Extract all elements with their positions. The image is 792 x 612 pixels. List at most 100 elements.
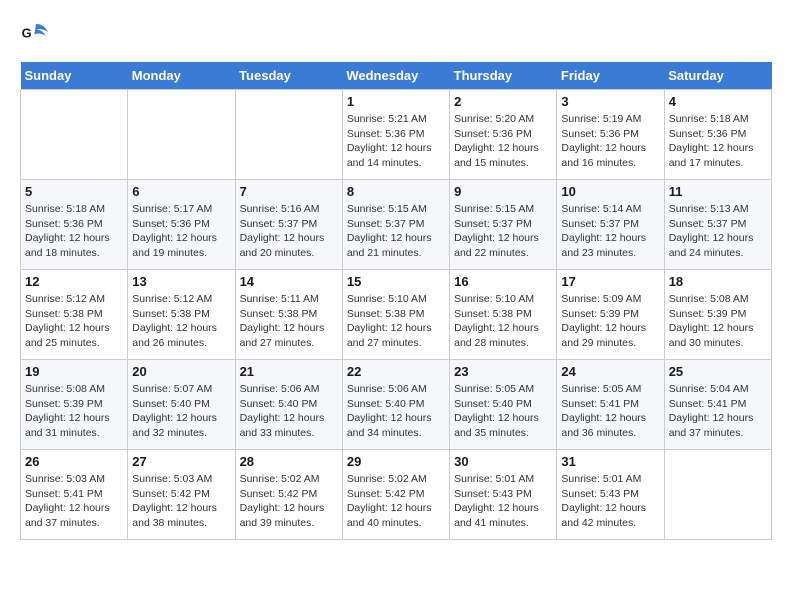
calendar-cell bbox=[128, 90, 235, 180]
calendar-cell: 3 Sunrise: 5:19 AM Sunset: 5:36 PM Daylig… bbox=[557, 90, 664, 180]
calendar-header-row: SundayMondayTuesdayWednesdayThursdayFrid… bbox=[21, 62, 772, 90]
day-info: Sunrise: 5:13 AM Sunset: 5:37 PM Dayligh… bbox=[669, 202, 767, 261]
day-of-week-header: Tuesday bbox=[235, 62, 342, 90]
day-number: 29 bbox=[347, 454, 445, 469]
svg-text:G: G bbox=[22, 26, 32, 41]
day-number: 7 bbox=[240, 184, 338, 199]
day-number: 30 bbox=[454, 454, 552, 469]
day-number: 12 bbox=[25, 274, 123, 289]
calendar-cell: 5 Sunrise: 5:18 AM Sunset: 5:36 PM Daylig… bbox=[21, 180, 128, 270]
day-info: Sunrise: 5:09 AM Sunset: 5:39 PM Dayligh… bbox=[561, 292, 659, 351]
day-info: Sunrise: 5:07 AM Sunset: 5:40 PM Dayligh… bbox=[132, 382, 230, 441]
day-info: Sunrise: 5:17 AM Sunset: 5:36 PM Dayligh… bbox=[132, 202, 230, 261]
calendar-cell: 17 Sunrise: 5:09 AM Sunset: 5:39 PM Dayli… bbox=[557, 270, 664, 360]
calendar-cell: 23 Sunrise: 5:05 AM Sunset: 5:40 PM Dayli… bbox=[450, 360, 557, 450]
day-info: Sunrise: 5:08 AM Sunset: 5:39 PM Dayligh… bbox=[25, 382, 123, 441]
day-number: 8 bbox=[347, 184, 445, 199]
calendar-cell: 16 Sunrise: 5:10 AM Sunset: 5:38 PM Dayli… bbox=[450, 270, 557, 360]
day-number: 15 bbox=[347, 274, 445, 289]
calendar-cell: 11 Sunrise: 5:13 AM Sunset: 5:37 PM Dayli… bbox=[664, 180, 771, 270]
calendar-cell: 7 Sunrise: 5:16 AM Sunset: 5:37 PM Daylig… bbox=[235, 180, 342, 270]
day-number: 13 bbox=[132, 274, 230, 289]
day-number: 21 bbox=[240, 364, 338, 379]
day-info: Sunrise: 5:05 AM Sunset: 5:40 PM Dayligh… bbox=[454, 382, 552, 441]
day-number: 19 bbox=[25, 364, 123, 379]
day-number: 25 bbox=[669, 364, 767, 379]
day-number: 10 bbox=[561, 184, 659, 199]
day-number: 16 bbox=[454, 274, 552, 289]
day-info: Sunrise: 5:18 AM Sunset: 5:36 PM Dayligh… bbox=[25, 202, 123, 261]
day-info: Sunrise: 5:01 AM Sunset: 5:43 PM Dayligh… bbox=[561, 472, 659, 531]
day-of-week-header: Monday bbox=[128, 62, 235, 90]
calendar-cell bbox=[235, 90, 342, 180]
calendar-cell: 31 Sunrise: 5:01 AM Sunset: 5:43 PM Dayli… bbox=[557, 450, 664, 540]
day-number: 22 bbox=[347, 364, 445, 379]
day-info: Sunrise: 5:12 AM Sunset: 5:38 PM Dayligh… bbox=[132, 292, 230, 351]
day-number: 3 bbox=[561, 94, 659, 109]
calendar-cell: 15 Sunrise: 5:10 AM Sunset: 5:38 PM Dayli… bbox=[342, 270, 449, 360]
calendar-week-row: 1 Sunrise: 5:21 AM Sunset: 5:36 PM Daylig… bbox=[21, 90, 772, 180]
day-number: 26 bbox=[25, 454, 123, 469]
calendar-cell: 21 Sunrise: 5:06 AM Sunset: 5:40 PM Dayli… bbox=[235, 360, 342, 450]
calendar-week-row: 26 Sunrise: 5:03 AM Sunset: 5:41 PM Dayli… bbox=[21, 450, 772, 540]
day-number: 23 bbox=[454, 364, 552, 379]
calendar-week-row: 5 Sunrise: 5:18 AM Sunset: 5:36 PM Daylig… bbox=[21, 180, 772, 270]
day-number: 2 bbox=[454, 94, 552, 109]
day-number: 6 bbox=[132, 184, 230, 199]
day-number: 14 bbox=[240, 274, 338, 289]
day-info: Sunrise: 5:12 AM Sunset: 5:38 PM Dayligh… bbox=[25, 292, 123, 351]
day-info: Sunrise: 5:20 AM Sunset: 5:36 PM Dayligh… bbox=[454, 112, 552, 171]
calendar-cell bbox=[21, 90, 128, 180]
day-number: 28 bbox=[240, 454, 338, 469]
day-number: 5 bbox=[25, 184, 123, 199]
calendar-cell: 24 Sunrise: 5:05 AM Sunset: 5:41 PM Dayli… bbox=[557, 360, 664, 450]
day-of-week-header: Wednesday bbox=[342, 62, 449, 90]
day-info: Sunrise: 5:02 AM Sunset: 5:42 PM Dayligh… bbox=[240, 472, 338, 531]
calendar-cell: 25Sunrise: 5:04 AM Sunset: 5:41 PM Dayli… bbox=[664, 360, 771, 450]
calendar-cell: 27 Sunrise: 5:03 AM Sunset: 5:42 PM Dayli… bbox=[128, 450, 235, 540]
day-of-week-header: Sunday bbox=[21, 62, 128, 90]
day-info: Sunrise: 5:16 AM Sunset: 5:37 PM Dayligh… bbox=[240, 202, 338, 261]
day-number: 11 bbox=[669, 184, 767, 199]
day-info: Sunrise: 5:11 AM Sunset: 5:38 PM Dayligh… bbox=[240, 292, 338, 351]
logo-icon: G bbox=[20, 20, 52, 52]
calendar-cell: 26 Sunrise: 5:03 AM Sunset: 5:41 PM Dayli… bbox=[21, 450, 128, 540]
calendar-cell: 20 Sunrise: 5:07 AM Sunset: 5:40 PM Dayli… bbox=[128, 360, 235, 450]
day-number: 17 bbox=[561, 274, 659, 289]
calendar-cell: 12 Sunrise: 5:12 AM Sunset: 5:38 PM Dayli… bbox=[21, 270, 128, 360]
day-info: Sunrise: 5:21 AM Sunset: 5:36 PM Dayligh… bbox=[347, 112, 445, 171]
day-number: 9 bbox=[454, 184, 552, 199]
day-info: Sunrise: 5:18 AM Sunset: 5:36 PM Dayligh… bbox=[669, 112, 767, 171]
calendar-cell: 1 Sunrise: 5:21 AM Sunset: 5:36 PM Daylig… bbox=[342, 90, 449, 180]
calendar-cell: 8 Sunrise: 5:15 AM Sunset: 5:37 PM Daylig… bbox=[342, 180, 449, 270]
day-number: 31 bbox=[561, 454, 659, 469]
day-of-week-header: Saturday bbox=[664, 62, 771, 90]
calendar-cell: 28 Sunrise: 5:02 AM Sunset: 5:42 PM Dayli… bbox=[235, 450, 342, 540]
day-number: 24 bbox=[561, 364, 659, 379]
day-info: Sunrise: 5:08 AM Sunset: 5:39 PM Dayligh… bbox=[669, 292, 767, 351]
logo: G bbox=[20, 20, 56, 52]
calendar-cell: 29Sunrise: 5:02 AM Sunset: 5:42 PM Dayli… bbox=[342, 450, 449, 540]
day-number: 1 bbox=[347, 94, 445, 109]
day-of-week-header: Friday bbox=[557, 62, 664, 90]
calendar-cell: 18 Sunrise: 5:08 AM Sunset: 5:39 PM Dayli… bbox=[664, 270, 771, 360]
day-info: Sunrise: 5:05 AM Sunset: 5:41 PM Dayligh… bbox=[561, 382, 659, 441]
day-info: Sunrise: 5:15 AM Sunset: 5:37 PM Dayligh… bbox=[347, 202, 445, 261]
day-info: Sunrise: 5:03 AM Sunset: 5:41 PM Dayligh… bbox=[25, 472, 123, 531]
calendar-cell: 2 Sunrise: 5:20 AM Sunset: 5:36 PM Daylig… bbox=[450, 90, 557, 180]
calendar-cell: 6 Sunrise: 5:17 AM Sunset: 5:36 PM Daylig… bbox=[128, 180, 235, 270]
day-number: 18 bbox=[669, 274, 767, 289]
day-info: Sunrise: 5:01 AM Sunset: 5:43 PM Dayligh… bbox=[454, 472, 552, 531]
calendar-cell: 19 Sunrise: 5:08 AM Sunset: 5:39 PM Dayli… bbox=[21, 360, 128, 450]
day-number: 20 bbox=[132, 364, 230, 379]
day-number: 4 bbox=[669, 94, 767, 109]
day-info: Sunrise: 5:06 AM Sunset: 5:40 PM Dayligh… bbox=[240, 382, 338, 441]
day-info: Sunrise: 5:06 AM Sunset: 5:40 PM Dayligh… bbox=[347, 382, 445, 441]
calendar-cell: 9Sunrise: 5:15 AM Sunset: 5:37 PM Daylig… bbox=[450, 180, 557, 270]
day-info: Sunrise: 5:10 AM Sunset: 5:38 PM Dayligh… bbox=[454, 292, 552, 351]
day-number: 27 bbox=[132, 454, 230, 469]
day-info: Sunrise: 5:03 AM Sunset: 5:42 PM Dayligh… bbox=[132, 472, 230, 531]
day-info: Sunrise: 5:19 AM Sunset: 5:36 PM Dayligh… bbox=[561, 112, 659, 171]
day-info: Sunrise: 5:10 AM Sunset: 5:38 PM Dayligh… bbox=[347, 292, 445, 351]
calendar-cell: 22 Sunrise: 5:06 AM Sunset: 5:40 PM Dayli… bbox=[342, 360, 449, 450]
